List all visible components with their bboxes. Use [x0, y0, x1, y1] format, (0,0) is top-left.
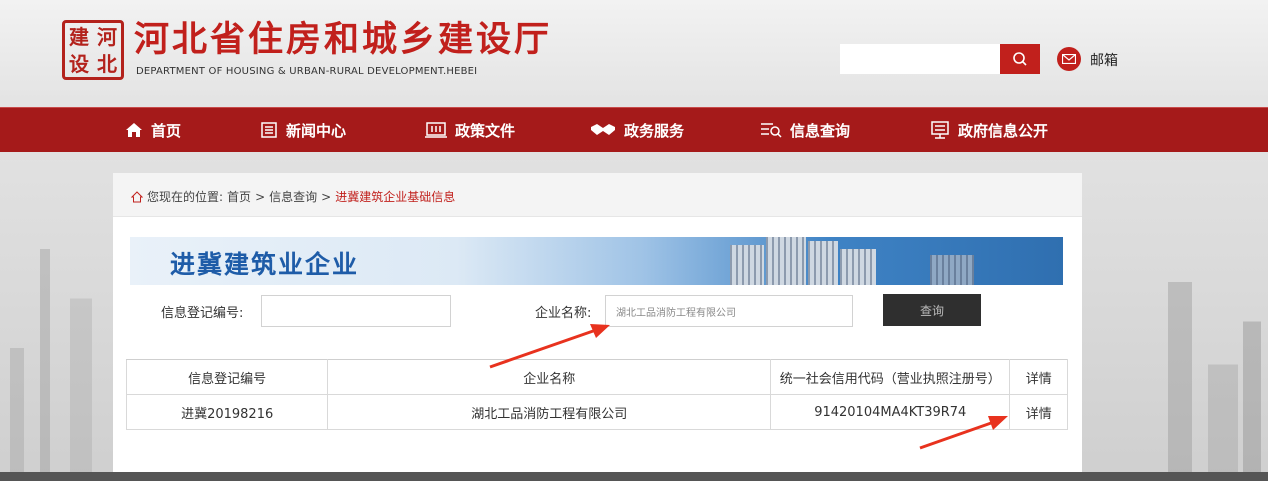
nav-item-news[interactable]: 新闻中心 [260, 108, 346, 152]
table-header-row: 信息登记编号 企业名称 统一社会信用代码（营业执照注册号） 详情 [125, 359, 1068, 395]
section-banner: 进冀建筑业企业 [130, 237, 1063, 285]
breadcrumb-prefix: 您现在的位置: [147, 190, 224, 204]
detail-cell: 详情 [1009, 394, 1068, 430]
search-icon [1013, 52, 1027, 66]
building-graphic [808, 241, 838, 285]
site-subtitle: DEPARTMENT OF HOUSING & URBAN-RURAL DEVE… [136, 66, 478, 77]
nav-label: 政策文件 [455, 121, 516, 140]
disclosure-icon [931, 121, 949, 139]
detail-link[interactable]: 详情 [1026, 407, 1052, 422]
results-table: 信息登记编号 企业名称 统一社会信用代码（营业执照注册号） 详情 进冀20198… [125, 359, 1068, 430]
breadcrumb-item-home[interactable]: 首页 [227, 188, 251, 205]
query-button[interactable]: 查询 [883, 294, 981, 326]
nav-label: 政务服务 [624, 121, 685, 140]
logo-char: 设 [69, 51, 89, 76]
handshake-icon [591, 124, 615, 135]
company-cell: 湖北工品消防工程有限公司 [327, 394, 772, 430]
nav-label: 政府信息公开 [958, 121, 1049, 140]
search-button[interactable] [1000, 44, 1040, 74]
building-graphic [840, 249, 876, 285]
breadcrumb-bar: 您现在的位置: 首页 > 信息查询 > 进冀建筑企业基础信息 [113, 173, 1082, 217]
nav-item-disclosure[interactable]: 政府信息公开 [930, 108, 1048, 152]
company-name-input[interactable] [605, 295, 853, 327]
home-icon [126, 123, 142, 137]
column-header: 信息登记编号 [125, 359, 329, 395]
nav-item-home[interactable]: 首页 [125, 108, 181, 152]
home-outline-icon [131, 190, 143, 202]
breadcrumb-separator: > [255, 189, 266, 204]
nav-item-policy[interactable]: 政策文件 [425, 108, 515, 152]
city-skyline-right [1148, 150, 1268, 480]
breadcrumb-separator: > [321, 189, 332, 204]
breadcrumb: 您现在的位置: 首页 > 信息查询 > 进冀建筑企业基础信息 [131, 188, 455, 205]
building-graphic [730, 245, 764, 285]
credit-code-cell: 91420104MA4KT39R74 [770, 394, 1011, 430]
nav-label: 信息查询 [790, 121, 851, 140]
column-header: 企业名称 [327, 359, 772, 395]
search-input[interactable] [840, 44, 1000, 74]
mail-icon[interactable] [1057, 47, 1081, 71]
column-header: 统一社会信用代码（营业执照注册号） [770, 359, 1011, 395]
nav-item-services[interactable]: 政务服务 [590, 108, 684, 152]
breadcrumb-item-query[interactable]: 信息查询 [269, 188, 317, 205]
logo-char: 北 [97, 51, 117, 76]
main-nav: 首页 新闻中心 政策文件 政务服务 信息查询 政府信息公开 [0, 107, 1268, 152]
query-list-icon [761, 123, 782, 138]
nav-item-query[interactable]: 信息查询 [760, 108, 850, 152]
footer-strip [0, 472, 1268, 481]
reg-no-cell: 进冀20198216 [125, 394, 329, 430]
logo-char: 建 [69, 24, 89, 49]
nav-label: 新闻中心 [286, 121, 347, 140]
mail-link[interactable]: 邮箱 [1090, 50, 1118, 70]
policy-icon [425, 122, 447, 138]
company-name-label: 企业名称: [535, 306, 592, 321]
column-header: 详情 [1009, 359, 1068, 395]
site-logo[interactable]: 建 河 设 北 [62, 20, 124, 80]
breadcrumb-current: 进冀建筑企业基础信息 [335, 190, 456, 204]
banner-title: 进冀建筑业企业 [170, 250, 360, 279]
envelope-icon [1062, 54, 1076, 64]
reg-no-input[interactable] [261, 295, 451, 327]
site-title: 河北省住房和城乡建设厅 [134, 20, 553, 60]
city-skyline-left [0, 150, 120, 480]
nav-label: 首页 [151, 121, 182, 140]
table-row: 进冀20198216 湖北工品消防工程有限公司 91420104MA4KT39R… [125, 394, 1068, 430]
reg-no-label: 信息登记编号: [161, 306, 244, 321]
content-panel: 您现在的位置: 首页 > 信息查询 > 进冀建筑企业基础信息 进冀建筑业企业 信… [113, 173, 1082, 473]
logo-char: 河 [97, 24, 117, 49]
building-graphic [766, 237, 806, 285]
news-icon [261, 122, 277, 138]
building-graphic [930, 255, 974, 285]
